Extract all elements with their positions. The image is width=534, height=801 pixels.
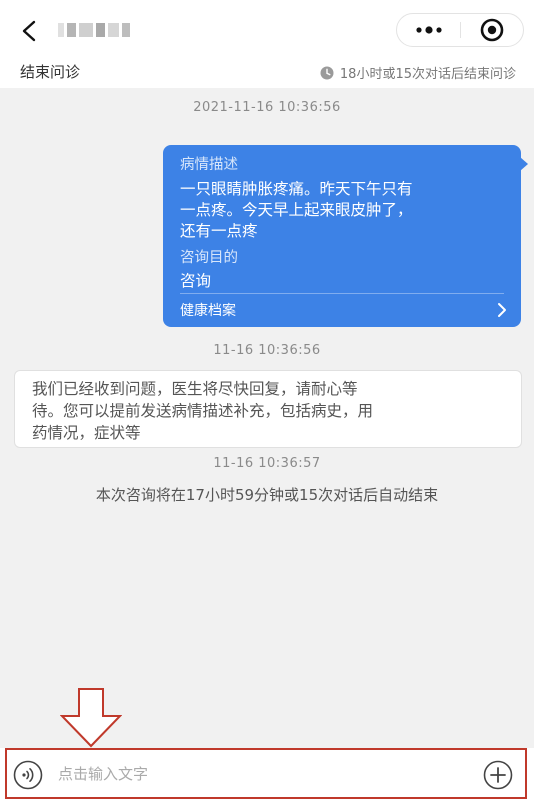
voice-icon (13, 760, 43, 790)
consultation-card: 病情描述 一只眼睛肿胀疼痛。昨天下午只有 一点疼。今天早上起来眼皮肿了， 还有一… (163, 145, 528, 327)
auto-end-notice: 本次咨询将在17小时59分钟或15次对话后自动结束 (95, 486, 439, 504)
system-notice: 我们已经收到问题，医生将尽快回复，请耐心等 待。您可以提前发送病情描述补充，包括… (14, 370, 522, 448)
bubble-tail (520, 157, 528, 171)
notice-line: 我们已经收到问题，医生将尽快回复，请耐心等 (32, 380, 358, 398)
end-consultation-button[interactable]: 结束问诊 (20, 61, 80, 82)
top-navbar (0, 0, 534, 58)
notice-line: 待。您可以提前发送病情描述补充，包括病史，用 (32, 402, 374, 420)
timestamp: 2021-11-16 10:36:56 (193, 100, 341, 115)
purpose-label: 咨询目的 (180, 250, 238, 266)
back-button[interactable] (14, 16, 44, 46)
purpose-value: 咨询 (180, 272, 212, 290)
health-record-label: 健康档案 (180, 303, 236, 319)
input-bar (0, 748, 534, 801)
voice-button[interactable] (13, 760, 43, 790)
description-line: 一点疼。今天早上起来眼皮肿了， (180, 201, 413, 219)
chevron-left-icon (22, 20, 36, 42)
chevron-right-icon (498, 303, 506, 317)
message-input[interactable] (58, 761, 438, 787)
description-line: 一只眼睛肿胀疼痛。昨天下午只有 (180, 180, 413, 198)
consultation-subbar: 结束问诊 18小时或15次对话后结束问诊 (0, 58, 534, 88)
timestamp: 11-16 10:36:57 (213, 456, 321, 471)
end-hint: 18小时或15次对话后结束问诊 (320, 63, 516, 82)
more-button[interactable] (397, 14, 460, 46)
miniprogram-capsule (396, 13, 524, 47)
target-close-icon (480, 18, 504, 42)
close-button[interactable] (461, 14, 523, 46)
add-button[interactable] (483, 760, 513, 790)
description-line: 还有一点疼 (180, 222, 258, 240)
description-label: 病情描述 (180, 157, 238, 173)
health-record-link[interactable]: 健康档案 (180, 298, 507, 322)
blurred-title (58, 23, 130, 37)
timestamp: 11-16 10:36:56 (213, 343, 321, 358)
clock-icon (320, 66, 334, 79)
down-arrow-annotation (60, 688, 122, 748)
card-divider (180, 293, 504, 294)
plus-circle-icon (483, 760, 513, 790)
end-hint-text: 18小时或15次对话后结束问诊 (339, 67, 516, 82)
description-text: 一只眼睛肿胀疼痛。昨天下午只有 一点疼。今天早上起来眼皮肿了， 还有一点疼 (180, 179, 504, 242)
more-dots-icon (415, 26, 442, 34)
notice-line: 药情况，症状等 (32, 424, 141, 442)
